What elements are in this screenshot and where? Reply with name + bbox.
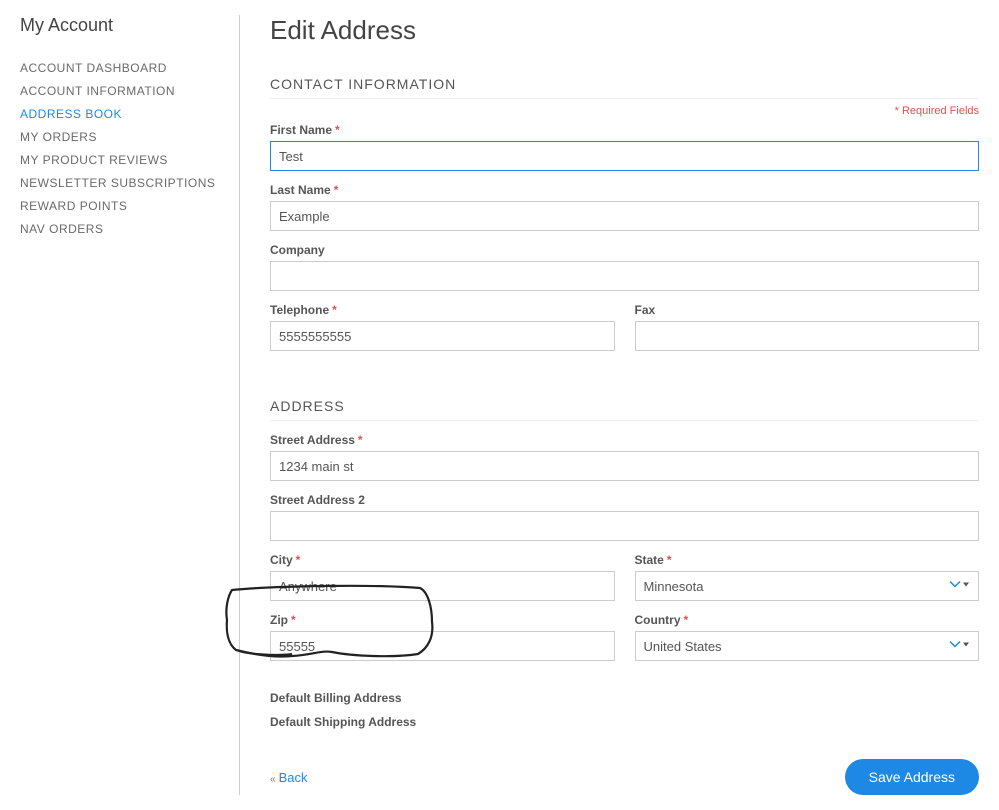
defaults: Default Billing Address Default Shipping…	[270, 691, 979, 729]
sidebar-item-label: MY ORDERS	[20, 130, 97, 144]
sidebar-title: My Account	[20, 15, 219, 36]
sidebar: My Account ACCOUNT DASHBOARD ACCOUNT INF…	[20, 15, 240, 795]
zip-label: Zip*	[270, 613, 615, 627]
sidebar-item-label: NAV ORDERS	[20, 222, 103, 236]
section-contact-title: CONTACT INFORMATION	[270, 76, 979, 99]
fax-input[interactable]	[635, 321, 980, 351]
state-select[interactable]: Minnesota	[635, 571, 980, 601]
country-label: Country*	[635, 613, 980, 627]
sidebar-item-label: ACCOUNT INFORMATION	[20, 84, 175, 98]
back-link[interactable]: «Back	[270, 770, 307, 785]
sidebar-item-newsletter-subscriptions[interactable]: NEWSLETTER SUBSCRIPTIONS	[20, 171, 219, 194]
state-label: State*	[635, 553, 980, 567]
street-address-2-label: Street Address 2	[270, 493, 979, 507]
sidebar-item-nav-orders[interactable]: NAV ORDERS	[20, 217, 219, 240]
back-triangle-icon: «	[270, 774, 276, 785]
section-address-title: ADDRESS	[270, 398, 979, 421]
page-title: Edit Address	[270, 15, 979, 46]
city-label: City*	[270, 553, 615, 567]
sidebar-item-address-book[interactable]: ADDRESS BOOK	[20, 102, 219, 125]
fax-label: Fax	[635, 303, 980, 317]
country-select[interactable]: United States	[635, 631, 980, 661]
company-label: Company	[270, 243, 979, 257]
sidebar-item-label: MY PRODUCT REVIEWS	[20, 153, 168, 167]
zip-input[interactable]	[270, 631, 615, 661]
first-name-label: First Name*	[270, 123, 979, 137]
sidebar-item-label: NEWSLETTER SUBSCRIPTIONS	[20, 176, 215, 190]
sidebar-item-my-orders[interactable]: MY ORDERS	[20, 125, 219, 148]
sidebar-list: ACCOUNT DASHBOARD ACCOUNT INFORMATION AD…	[20, 56, 219, 240]
telephone-label: Telephone*	[270, 303, 615, 317]
sidebar-item-my-product-reviews[interactable]: MY PRODUCT REVIEWS	[20, 148, 219, 171]
sidebar-item-reward-points[interactable]: REWARD POINTS	[20, 194, 219, 217]
main-content: Edit Address CONTACT INFORMATION * Requi…	[240, 15, 979, 795]
last-name-input[interactable]	[270, 201, 979, 231]
street-address-label: Street Address*	[270, 433, 979, 447]
default-billing-label: Default Billing Address	[270, 691, 979, 705]
last-name-label: Last Name*	[270, 183, 979, 197]
city-input[interactable]	[270, 571, 615, 601]
first-name-input[interactable]	[270, 141, 979, 171]
sidebar-item-label: REWARD POINTS	[20, 199, 127, 213]
save-address-button[interactable]: Save Address	[845, 759, 979, 795]
required-fields-note: * Required Fields	[270, 105, 979, 117]
sidebar-item-label: ACCOUNT DASHBOARD	[20, 61, 167, 75]
sidebar-item-label: ADDRESS BOOK	[20, 107, 122, 121]
street-address-2-input[interactable]	[270, 511, 979, 541]
telephone-input[interactable]	[270, 321, 615, 351]
sidebar-item-account-information[interactable]: ACCOUNT INFORMATION	[20, 79, 219, 102]
company-input[interactable]	[270, 261, 979, 291]
street-address-input[interactable]	[270, 451, 979, 481]
sidebar-item-account-dashboard[interactable]: ACCOUNT DASHBOARD	[20, 56, 219, 79]
default-shipping-label: Default Shipping Address	[270, 715, 979, 729]
